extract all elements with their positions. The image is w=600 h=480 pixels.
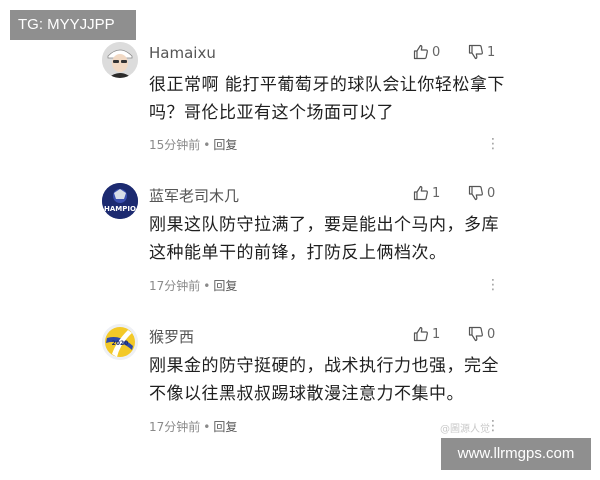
thumbs-up-icon — [413, 185, 428, 201]
comment-meta: 15分钟前 • 回复 — [149, 136, 237, 153]
dislike-count: 1 — [487, 44, 496, 60]
timestamp: 17分钟前 — [149, 279, 201, 293]
avatar-badge-text: HAMPIO — [104, 205, 136, 213]
avatar-ball-text: 2020 — [112, 340, 129, 347]
avatar[interactable] — [102, 42, 138, 78]
thumbs-up-icon — [413, 44, 428, 60]
person-with-cap-avatar-icon — [102, 42, 138, 78]
separator-dot: • — [203, 279, 211, 293]
more-options-icon[interactable]: ⋮ — [486, 137, 500, 151]
comment-meta: 17分钟前 • 回复 — [149, 418, 237, 435]
avatar[interactable]: HAMPIO — [102, 183, 138, 219]
reply-button[interactable]: 回复 — [213, 420, 237, 434]
dislike-count: 0 — [487, 326, 496, 342]
weibo-watermark: @圖源人觉 — [440, 424, 490, 435]
dislike-button[interactable]: 0 — [468, 326, 495, 342]
like-button[interactable]: 1 — [413, 326, 440, 342]
champions-badge-avatar-icon: HAMPIO — [102, 183, 138, 219]
timestamp: 15分钟前 — [149, 138, 201, 152]
like-button[interactable]: 0 — [413, 44, 440, 60]
like-count: 0 — [432, 44, 441, 60]
like-button[interactable]: 1 — [413, 185, 440, 201]
like-count: 1 — [432, 326, 441, 342]
volleyball-avatar-icon: 2020 — [102, 324, 138, 360]
watermark-bottom: www.llrmgps.com — [441, 438, 591, 470]
separator-dot: • — [203, 138, 211, 152]
comment-text: 刚果这队防守拉满了，要是能出个马内，多库这种能单干的前锋，打防反上俩档次。 — [149, 215, 499, 263]
thumbs-up-icon — [413, 326, 428, 342]
comment-text: 很正常啊 能打平葡萄牙的球队会让你轻松拿下吗？哥伦比亚有这个场面可以了 — [149, 75, 505, 123]
thumbs-down-icon — [468, 44, 483, 60]
like-count: 1 — [432, 185, 441, 201]
separator-dot: • — [203, 420, 211, 434]
avatar[interactable]: 2020 — [102, 324, 138, 360]
reply-button[interactable]: 回复 — [213, 138, 237, 152]
more-options-icon[interactable]: ⋮ — [486, 278, 500, 292]
username[interactable]: 猴罗西 — [149, 326, 194, 347]
thumbs-down-icon — [468, 326, 483, 342]
username[interactable]: Hamaixu — [149, 44, 216, 62]
timestamp: 17分钟前 — [149, 420, 201, 434]
dislike-count: 0 — [487, 185, 496, 201]
dislike-button[interactable]: 0 — [468, 185, 495, 201]
comment-meta: 17分钟前 • 回复 — [149, 277, 237, 294]
watermark-top: TG: MYYJJPP — [10, 10, 136, 40]
thumbs-down-icon — [468, 185, 483, 201]
username[interactable]: 蓝军老司木几 — [149, 185, 239, 206]
dislike-button[interactable]: 1 — [468, 44, 495, 60]
comment-text: 刚果金的防守挺硬的，战术执行力也强，完全不像以往黑叔叔踢球散漫注意力不集中。 — [149, 356, 499, 404]
reply-button[interactable]: 回复 — [213, 279, 237, 293]
